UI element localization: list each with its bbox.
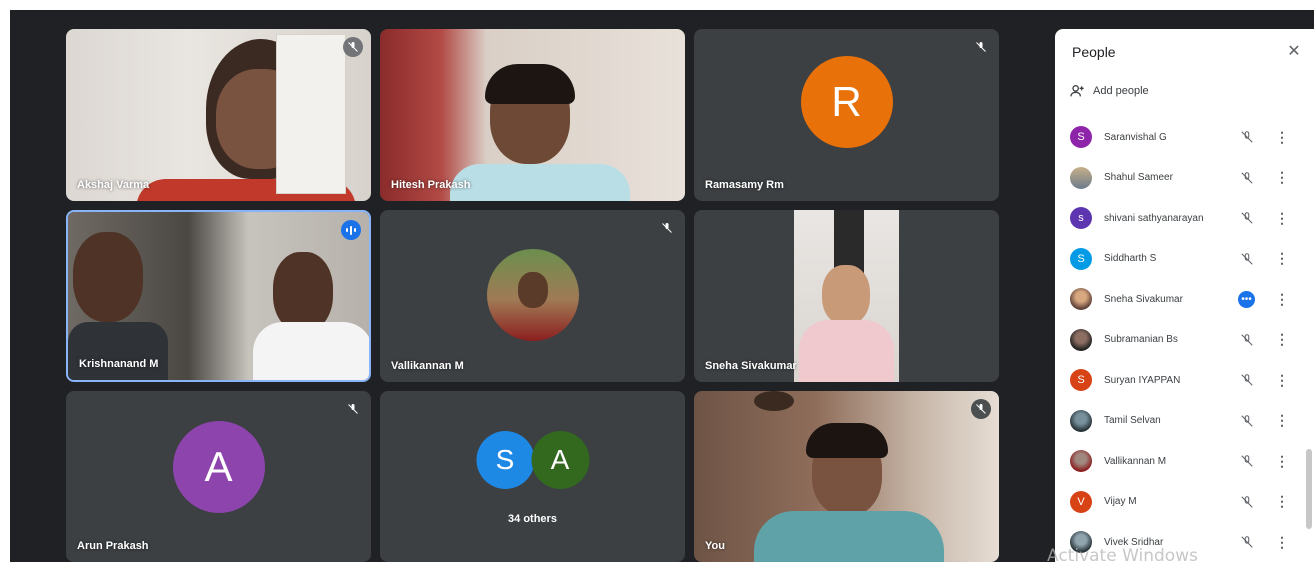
list-item[interactable]: Tamil Selvan ⋮: [1055, 401, 1314, 442]
participant-video: [794, 210, 899, 382]
mic-muted-icon: [1238, 331, 1256, 349]
participant-tile[interactable]: A Arun Prakash: [66, 391, 371, 562]
participant-name: Tamil Selvan: [1104, 415, 1161, 427]
avatar: [486, 249, 579, 341]
participant-name: Vallikannan M: [1104, 455, 1167, 467]
avatar: A: [531, 431, 589, 489]
avatar: [1070, 328, 1092, 351]
self-tile[interactable]: You: [694, 391, 999, 562]
participant-name: Akshaj Varma: [77, 179, 150, 191]
mic-muted-icon: [1238, 128, 1256, 146]
avatar: S: [1070, 126, 1092, 149]
more-options-icon[interactable]: ⋮: [1275, 209, 1289, 227]
mic-muted-icon: [971, 37, 991, 57]
participant-tile[interactable]: R Ramasamy Rm: [694, 29, 999, 201]
list-item[interactable]: Vallikannan M ⋮: [1055, 441, 1314, 482]
participant-name: Sneha Sivakumar: [705, 360, 797, 372]
avatar: A: [172, 421, 265, 513]
others-avatars: S A: [476, 431, 589, 489]
panel-title: People: [1072, 44, 1116, 60]
avatar: [1070, 409, 1092, 432]
more-options-icon[interactable]: ⋮: [1275, 412, 1289, 430]
more-options-icon[interactable]: ⋮: [1275, 371, 1289, 389]
mic-muted-icon: [657, 218, 677, 238]
mic-muted-icon: [1238, 493, 1256, 511]
participant-name: Hitesh Prakash: [391, 179, 471, 191]
avatar: R: [800, 56, 893, 148]
participant-tile[interactable]: Akshaj Varma: [66, 29, 371, 201]
avatar: V: [1070, 490, 1092, 513]
avatar: [1070, 288, 1092, 311]
avatar: [1070, 166, 1092, 189]
participant-video: [694, 391, 999, 562]
participant-tile[interactable]: Vallikannan M: [380, 210, 685, 382]
participant-name: Vijay M: [1104, 496, 1137, 508]
list-item[interactable]: S Siddharth S ⋮: [1055, 239, 1314, 280]
more-options-icon[interactable]: ⋮: [1275, 250, 1289, 268]
more-options-icon[interactable]: ⋮: [1275, 452, 1289, 470]
participant-name: Sneha Sivakumar: [1104, 293, 1183, 305]
scrollbar[interactable]: [1306, 449, 1312, 529]
speaking-indicator-icon: [341, 220, 361, 240]
participant-name: Shahul Sameer: [1104, 172, 1173, 184]
more-options-icon[interactable]: ⋮: [1275, 331, 1289, 349]
list-item[interactable]: Shahul Sameer ⋮: [1055, 158, 1314, 199]
others-count: 34 others: [508, 513, 557, 525]
mic-muted-icon: [1238, 250, 1256, 268]
avatar: [1070, 450, 1092, 473]
mic-muted-icon: [343, 37, 363, 57]
list-item[interactable]: V Vijay M ⋮: [1055, 482, 1314, 523]
add-people-label: Add people: [1093, 85, 1149, 97]
participant-name: Krishnanand M: [79, 358, 159, 370]
add-people-button[interactable]: Add people: [1069, 83, 1149, 99]
list-item[interactable]: S Saranvishal G ⋮: [1055, 117, 1314, 158]
participant-video: [380, 29, 685, 201]
others-tile[interactable]: S A 34 others: [380, 391, 685, 562]
participant-name: Vallikannan M: [391, 360, 464, 372]
speaking-indicator-icon: •••: [1238, 290, 1255, 308]
mic-muted-icon: [971, 399, 991, 419]
close-icon[interactable]: ✕: [1284, 41, 1304, 61]
participant-list: S Saranvishal G ⋮ Shahul Sameer ⋮ s shiv…: [1055, 117, 1314, 562]
add-person-icon: [1070, 85, 1084, 97]
list-item[interactable]: s shivani sathyanarayan ⋮: [1055, 198, 1314, 239]
mic-muted-icon: [1238, 412, 1256, 430]
more-options-icon[interactable]: ⋮: [1275, 128, 1289, 146]
avatar: S: [1070, 247, 1092, 270]
avatar: S: [476, 431, 534, 489]
participant-name: shivani sathyanarayan: [1104, 212, 1204, 224]
participant-name: Saranvishal G: [1104, 131, 1167, 143]
more-options-icon[interactable]: ⋮: [1275, 290, 1289, 308]
mic-muted-icon: [1238, 452, 1256, 470]
participant-name: Arun Prakash: [77, 540, 149, 552]
avatar: s: [1070, 207, 1092, 230]
mic-muted-icon: [1238, 169, 1256, 187]
participant-name: You: [705, 540, 725, 552]
mic-muted-icon: [343, 399, 363, 419]
participant-name: Suryan IYAPPAN: [1104, 374, 1181, 386]
participant-tile[interactable]: Sneha Sivakumar: [694, 210, 999, 382]
participant-video: [66, 29, 371, 201]
windows-activation-watermark: Activate Windows: [1047, 546, 1198, 562]
people-panel: People ✕ Add people S Saranvishal G ⋮ Sh…: [1055, 29, 1314, 562]
more-options-icon[interactable]: ⋮: [1275, 533, 1289, 551]
participant-name: Subramanian Bs: [1104, 334, 1178, 346]
mic-muted-icon: [1238, 371, 1256, 389]
more-options-icon[interactable]: ⋮: [1275, 169, 1289, 187]
mic-muted-icon: [1238, 533, 1256, 551]
avatar: S: [1070, 369, 1092, 392]
list-item[interactable]: Subramanian Bs ⋮: [1055, 320, 1314, 361]
more-options-icon[interactable]: ⋮: [1275, 493, 1289, 511]
participant-tile[interactable]: Hitesh Prakash: [380, 29, 685, 201]
participant-video: [68, 212, 369, 380]
mic-muted-icon: [1238, 209, 1256, 227]
participant-name: Siddharth S: [1104, 253, 1157, 265]
list-item[interactable]: Sneha Sivakumar ••• ⋮: [1055, 279, 1314, 320]
list-item[interactable]: S Suryan IYAPPAN ⋮: [1055, 360, 1314, 401]
participant-name: Ramasamy Rm: [705, 179, 784, 191]
participant-tile-active[interactable]: Krishnanand M: [66, 210, 371, 382]
